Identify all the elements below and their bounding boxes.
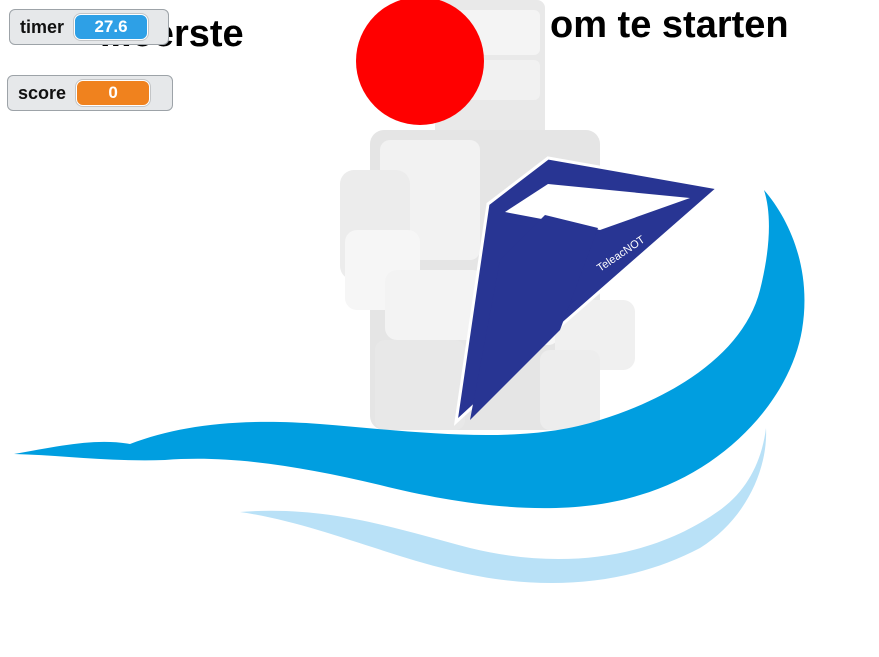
timer-monitor[interactable]: timer 27.6 bbox=[9, 9, 169, 45]
timer-label: timer bbox=[20, 16, 65, 37]
instruction-text-right: om te starten bbox=[550, 4, 789, 46]
stage[interactable]: TeleacNOT ...eerste om te starten timer … bbox=[0, 0, 879, 657]
score-label: score bbox=[18, 82, 67, 103]
timer-value: 27.6 bbox=[74, 14, 149, 40]
score-monitor[interactable]: score 0 bbox=[7, 75, 173, 111]
score-value: 0 bbox=[76, 80, 151, 106]
